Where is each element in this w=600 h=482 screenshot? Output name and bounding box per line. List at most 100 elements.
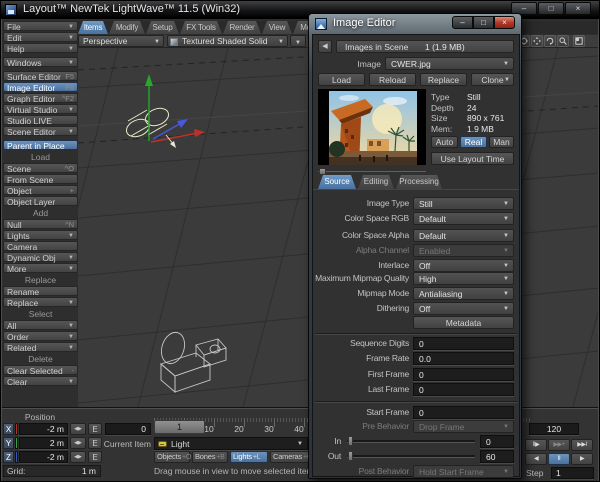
sidebar-item[interactable]: Surface Editor F5 (3, 71, 78, 81)
close-button[interactable]: × (494, 16, 515, 29)
image-editor-dialog[interactable]: Image Editor – □ × ◀ Images in Scene 1 (… (308, 13, 522, 479)
preview-scrub-slider[interactable] (318, 168, 426, 175)
dialog-tab[interactable]: Source (318, 175, 356, 189)
field-control[interactable]: 0.0 ▼ (413, 352, 514, 365)
transport-button[interactable]: II▶ (525, 439, 547, 451)
current-item-dropdown[interactable]: Light ▼ (154, 437, 308, 450)
image-preview-thumbnail[interactable] (318, 89, 426, 165)
sidebar-item[interactable]: More ▼ (3, 263, 78, 273)
slider-handle[interactable] (348, 436, 353, 446)
slider-track[interactable] (347, 440, 475, 443)
nudge-arrows-icon[interactable]: ◀▶ (70, 451, 86, 463)
sidebar-item[interactable]: Replace (3, 276, 78, 285)
transport-button[interactable]: ▶ (571, 453, 593, 465)
collapse-panel-button[interactable]: ◀ (318, 40, 332, 53)
sidebar-item[interactable]: Select (3, 310, 78, 319)
action-button[interactable]: Reload (369, 73, 416, 86)
sidebar-item[interactable]: Dynamic Obj ▼ (3, 252, 78, 262)
sidebar-item[interactable]: Object + (3, 185, 78, 195)
field-control[interactable]: Enabled ▼ (413, 244, 514, 257)
field-control[interactable]: 0 ▼ (413, 337, 514, 350)
sidebar-item[interactable]: Scene Editor ▼ (3, 126, 78, 136)
rotate-icon[interactable] (544, 35, 556, 47)
category-button[interactable]: Bones+B (192, 451, 228, 463)
shading-options-button[interactable]: ▼ (290, 35, 306, 47)
action-button[interactable]: Replace (420, 73, 467, 86)
field-control[interactable]: Antialiasing ▼ (413, 287, 514, 300)
maximize-button[interactable]: □ (538, 2, 564, 15)
step-field[interactable]: 1 (551, 467, 594, 479)
shading-mode-dropdown[interactable]: Textured Shaded Solid ▼ (167, 35, 288, 47)
transport-button[interactable]: ▶▶I (571, 439, 593, 451)
field-control[interactable]: Still ▼ (413, 197, 514, 210)
sidebar-item[interactable]: File ▼ (3, 21, 78, 31)
field-control[interactable]: Default ▼ (413, 229, 514, 242)
main-tab[interactable]: Items (78, 21, 108, 34)
nudge-arrows-icon[interactable]: ◀▶ (70, 437, 86, 449)
field-control[interactable]: High ▼ (413, 272, 514, 285)
sidebar-item[interactable]: Image Editor F6 (3, 82, 78, 92)
sidebar-item[interactable]: Add (3, 209, 78, 218)
transport-button[interactable]: ◀ (525, 453, 547, 465)
camera-wireframe[interactable] (158, 329, 226, 392)
sidebar-item[interactable]: Parent in Place (3, 140, 78, 150)
field-control[interactable]: 60 ▼ (345, 450, 514, 463)
sidebar-item[interactable]: All ▼ (3, 320, 78, 330)
sidebar-item[interactable]: Scene ^O (3, 163, 78, 173)
end-frame-field[interactable]: 120 (529, 423, 579, 435)
nudge-arrows-icon[interactable]: ◀▶ (70, 423, 86, 435)
sidebar-item[interactable]: Virtual Studio ▼ (3, 104, 78, 114)
field-control[interactable]: Hold Start Frame ▼ (413, 465, 514, 478)
slider-track[interactable] (347, 455, 475, 458)
dialog-tab[interactable]: Processing (396, 175, 442, 189)
main-tab[interactable]: Modify (109, 21, 145, 34)
dialog-titlebar[interactable]: Image Editor – □ × (309, 14, 521, 34)
sidebar-item[interactable]: Object Layer (3, 196, 78, 206)
sidebar-item[interactable]: Camera (3, 241, 78, 251)
sidebar-item[interactable]: Load (3, 153, 78, 162)
category-button[interactable]: Lights+L (230, 451, 268, 463)
sidebar-item[interactable]: Graph Editor ^F2 (3, 93, 78, 103)
pan-icon[interactable] (531, 35, 543, 47)
sidebar-item[interactable]: Delete (3, 355, 78, 364)
sidebar-item[interactable]: Order ▼ (3, 331, 78, 341)
sidebar-item[interactable]: Studio LIVE (3, 115, 78, 125)
main-tab[interactable]: Setup (146, 21, 179, 34)
envelope-button[interactable]: E (88, 451, 102, 463)
light-wireframe[interactable] (124, 74, 205, 148)
sidebar-item[interactable]: Windows ▼ (3, 57, 78, 67)
axis-value-field[interactable]: 2 m (19, 437, 68, 449)
main-tab[interactable]: FX Tools (180, 21, 222, 34)
sidebar-item[interactable]: Clear ▼ (3, 376, 78, 386)
axis-value-field[interactable]: -2 m (19, 451, 68, 463)
sidebar-item[interactable]: Lights ▼ (3, 230, 78, 240)
dialog-tab[interactable]: Editing (358, 175, 394, 189)
sidebar-item[interactable]: Related ▼ (3, 342, 78, 352)
mode-button[interactable]: Auto (431, 136, 458, 148)
sidebar-item[interactable]: Replace ▼ (3, 297, 78, 307)
field-control[interactable]: 0 ▼ (345, 435, 514, 448)
axis-value-field[interactable]: -2 m (19, 423, 68, 435)
field-control[interactable]: Default ▼ (413, 212, 514, 225)
field-control[interactable]: Off ▼ (413, 259, 514, 272)
maximize-button[interactable]: □ (473, 16, 494, 29)
mode-button[interactable]: Real (460, 136, 487, 148)
field-control[interactable]: 0 ▼ (413, 406, 514, 419)
transport-button[interactable]: II (548, 453, 570, 465)
view-mode-dropdown[interactable]: Perspective ▼ (78, 35, 164, 47)
minimize-button[interactable]: – (452, 16, 473, 29)
zoom-icon[interactable] (557, 35, 569, 47)
timeline-handle[interactable]: 1 (154, 420, 205, 434)
sidebar-item[interactable]: Clear Selected - (3, 365, 78, 375)
sidebar-item[interactable]: From Scene (3, 174, 78, 184)
sidebar-item[interactable]: Null ^N (3, 219, 78, 229)
envelope-button[interactable]: E (88, 423, 102, 435)
field-control[interactable]: 0 ▼ (413, 383, 514, 396)
action-button[interactable]: Load (318, 73, 365, 86)
slider-handle[interactable] (348, 451, 353, 461)
transport-button[interactable]: ▶▶+ (548, 439, 570, 451)
category-button[interactable]: Objects+O (154, 451, 190, 463)
images-in-scene-header[interactable]: Images in Scene 1 (1.9 MB) (336, 40, 514, 53)
action-button[interactable]: Clone ▼ (471, 73, 514, 86)
field-control[interactable]: Drop Frame ▼ (413, 420, 514, 433)
